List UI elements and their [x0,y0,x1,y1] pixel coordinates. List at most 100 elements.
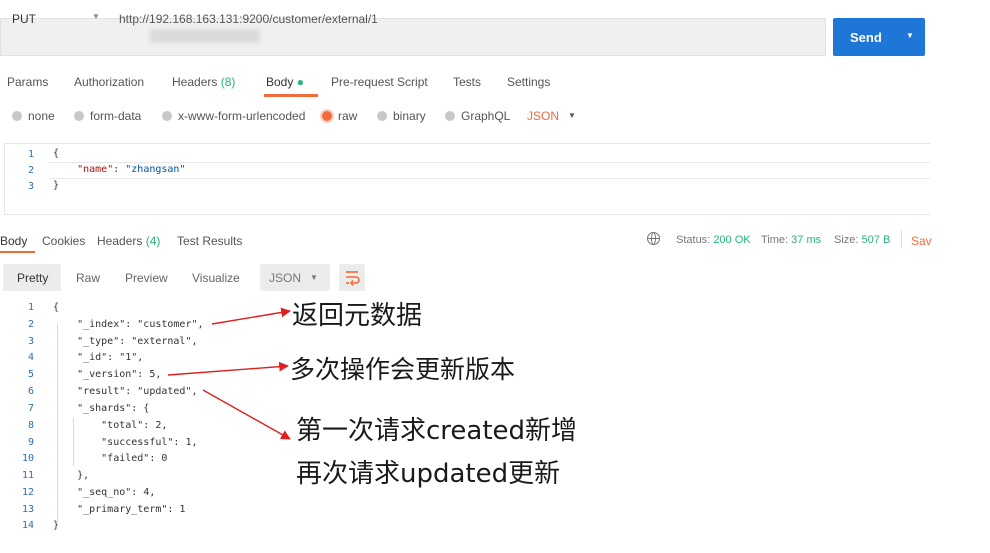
radio-circle-icon [445,111,455,121]
radio-form-data[interactable]: form-data [74,109,141,123]
code-line: "name": "zhangsan" [77,164,186,175]
radio-binary[interactable]: binary [377,109,426,123]
code-line: "failed": 0 [53,453,168,464]
time-indicator: Time: 37 ms [761,234,821,246]
body-modified-dot-icon: ● [296,75,304,89]
radio-label: form-data [90,109,142,123]
line-number: 8 [27,420,34,431]
code-row: 3 "_type": "external", [0,335,260,352]
tab-headers[interactable]: Headers (8) [172,75,235,89]
send-button[interactable]: Send ▼ [833,18,925,56]
url-redaction-blur [150,29,260,43]
tab-tests[interactable]: Tests [453,75,481,89]
globe-icon[interactable] [647,232,660,245]
annotation-meta: 返回元数据 [292,301,423,331]
code-row: 7 "_shards": { [0,402,260,419]
radio-graphql[interactable]: GraphQL [445,109,510,123]
chevron-down-icon[interactable]: ▼ [568,111,576,120]
tab-headers-count: (8) [220,75,236,89]
code-line: } [53,520,60,531]
annotation-updated: 再次请求updated更新 [296,459,561,489]
line-number: 7 [27,403,34,414]
view-preview-button[interactable]: Preview [125,271,168,285]
tab-headers-label: Headers [172,75,218,89]
tab-body-label: Body [266,75,294,89]
divider [901,230,902,248]
json-key: "name" [77,164,114,175]
radio-none[interactable]: none [12,109,55,123]
line-number: 2 [27,319,34,330]
line-number: 2 [27,165,34,176]
code-line: } [53,180,60,191]
radio-circle-icon [12,111,22,121]
radio-label: raw [338,109,358,123]
code-row: 5 "_version": 5, [0,368,260,385]
time-label: Time: [761,234,789,246]
tab-settings[interactable]: Settings [507,75,550,89]
status-value: 200 OK [713,234,751,246]
line-number: 10 [21,453,34,464]
code-line: "_type": "external", [53,336,198,347]
line-number: 3 [27,181,34,192]
body-format-select[interactable]: JSON [527,109,559,123]
tab-headers-label: Headers [97,234,143,248]
line-number: 1 [27,149,34,160]
method-select[interactable]: PUT [12,12,36,26]
response-tab-headers[interactable]: Headers (4) [97,234,160,248]
radio-label: binary [393,109,426,123]
code-line: "_primary_term": 1 [53,504,186,515]
radio-label: x-www-form-urlencoded [178,109,306,123]
code-line: "successful": 1, [53,437,198,448]
tab-pre-request-script[interactable]: Pre-request Script [331,75,428,89]
code-line: { [53,148,60,159]
wrap-lines-button[interactable] [339,264,365,291]
code-row: 9 "successful": 1, [0,436,260,453]
size-label: Size: [834,234,859,246]
code-line: "_seq_no": 4, [53,487,156,498]
radio-circle-icon [162,111,172,121]
code-row: 6 "result": "updated", [0,385,260,402]
json-value: "zhangsan" [125,164,186,175]
status-indicator: Status: 200 OK [676,234,751,246]
radio-label: GraphQL [461,109,511,123]
response-format-select[interactable]: JSON ▼ [260,264,330,291]
chevron-down-icon[interactable]: ▼ [92,12,100,21]
view-pretty-label: Pretty [17,271,49,285]
code-row: 12 "_seq_no": 4, [0,486,260,503]
size-indicator: Size: 507 B [834,234,890,246]
save-response-button[interactable]: Sav [911,234,932,248]
code-row: 1{ [0,301,260,318]
code-line: }, [53,470,90,481]
line-number: 1 [27,302,34,313]
tab-headers-count: (4) [145,234,161,248]
size-value: 507 B [861,234,891,246]
status-label: Status: [676,234,711,246]
code-row: 14} [0,519,260,536]
request-body-editor[interactable] [4,143,930,215]
send-label: Send [850,30,882,45]
code-row: 4 "_id": "1", [0,351,260,368]
line-number: 11 [21,470,34,481]
view-visualize-button[interactable]: Visualize [192,271,240,285]
tab-body[interactable]: Body ● [266,75,304,89]
tab-authorization[interactable]: Authorization [74,75,144,89]
send-options-chevron-icon[interactable]: ▼ [906,31,914,40]
time-value: 37 ms [791,234,822,246]
url-input[interactable]: http://192.168.163.131:9200/customer/ext… [119,12,378,26]
code-row: 2 "_index": "customer", [0,318,260,335]
code-line: "_shards": { [53,403,150,414]
radio-circle-icon [377,111,387,121]
active-tab-indicator [264,94,318,97]
view-raw-button[interactable]: Raw [76,271,100,285]
response-tab-test-results[interactable]: Test Results [177,234,242,248]
radio-x-www-form-urlencoded[interactable]: x-www-form-urlencoded [162,109,305,123]
radio-selected-icon [322,111,332,121]
code-row: 10 "failed": 0 [0,452,260,469]
response-tab-body[interactable]: Body [0,234,27,248]
active-tab-indicator [0,251,35,253]
annotation-version: 多次操作会更新版本 [290,355,516,384]
line-number: 9 [27,437,34,448]
response-tab-cookies[interactable]: Cookies [42,234,85,248]
tab-params[interactable]: Params [7,75,48,89]
radio-raw[interactable]: raw [322,109,357,123]
